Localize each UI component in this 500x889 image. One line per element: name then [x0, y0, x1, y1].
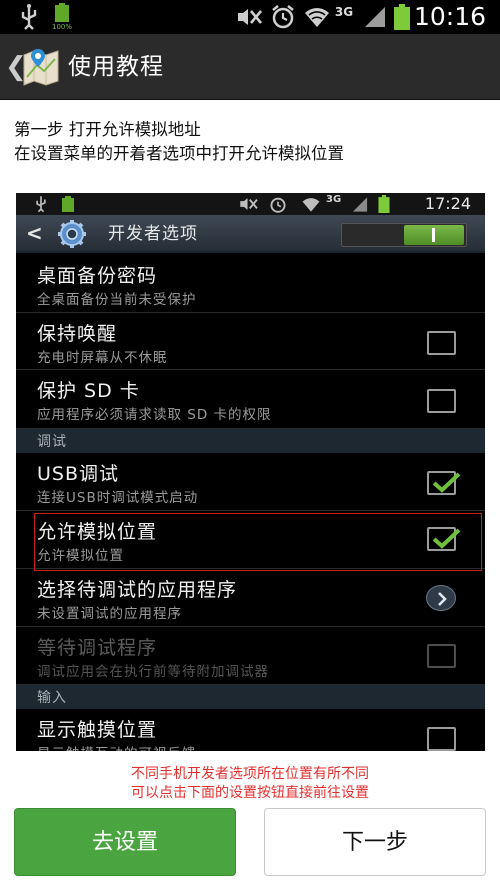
- setting-subtitle: 全桌面备份当前未受保护: [37, 292, 197, 308]
- disabled-checkbox-icon: [427, 644, 456, 668]
- screenshot-action-bar: < 开发者选项: [16, 215, 485, 253]
- instruction-step-detail: 在设置菜单的开着者选项中打开允许模拟位置: [14, 144, 344, 163]
- tutorial-screenshot: 3G 17:24 < 开发者选项 桌面备份密码 全桌面备份当前未受保护 保持唤醒: [16, 193, 485, 751]
- setting-row-protect-sd-card: 保护 SD 卡 应用程序必须请求读取 SD 卡的权限: [16, 370, 485, 429]
- section-label: 调试: [37, 434, 67, 450]
- unchecked-checkbox-icon: [427, 331, 456, 355]
- unchecked-checkbox-icon: [427, 389, 456, 413]
- screenshot-status-bar: 3G 17:24: [16, 193, 485, 215]
- screenshot-back-icon: <: [26, 221, 43, 245]
- setting-subtitle: 充电时屏幕从不休眠: [37, 350, 168, 366]
- setting-subtitle: 显示触摸互动的可视反馈: [37, 742, 197, 751]
- status-bar: 100% 3G 10:16: [0, 0, 500, 34]
- network-type-label: 3G: [334, 5, 354, 19]
- setting-subtitle: 未设置调试的应用程序: [37, 606, 182, 622]
- setting-title: 保护 SD 卡: [37, 380, 140, 402]
- note-line-1: 不同手机开发者选项所在位置有所不同: [131, 766, 369, 782]
- screenshot-mute-icon: [238, 196, 260, 216]
- screenshot-battery-small-icon: [62, 196, 74, 216]
- section-label: 输入: [37, 690, 67, 706]
- screenshot-network-label: 3G: [326, 194, 342, 205]
- setting-row-desktop-backup-password: 桌面备份密码 全桌面备份当前未受保护: [16, 255, 485, 313]
- setting-subtitle: 连接USB时调试模式启动: [37, 490, 199, 506]
- setting-row-wait-for-debugger: 等待调试程序 调试应用会在执行前等待附加调试器: [16, 627, 485, 685]
- setting-row-stay-awake: 保持唤醒 充电时屏幕从不休眠: [16, 313, 485, 370]
- wifi-icon: [303, 0, 331, 34]
- developer-options-toggle: [341, 223, 467, 247]
- section-header-input: 输入: [16, 685, 485, 709]
- next-step-button[interactable]: 下一步: [264, 808, 486, 876]
- setting-subtitle: 应用程序必须请求读取 SD 卡的权限: [37, 407, 272, 423]
- screenshot-usb-icon: [34, 195, 48, 217]
- note-line-2: 可以点击下面的设置按钮直接前往设置: [131, 785, 369, 801]
- go-to-settings-button[interactable]: 去设置: [14, 808, 236, 876]
- setting-subtitle: 调试应用会在执行前等待附加调试器: [37, 664, 269, 680]
- battery-icon: [393, 0, 411, 34]
- setting-title: 保持唤醒: [37, 323, 118, 345]
- setting-row-usb-debugging: USB调试 连接USB时调试模式启动: [16, 453, 485, 511]
- unchecked-checkbox-icon: [427, 727, 456, 751]
- screenshot-clock: 17:24: [424, 194, 471, 213]
- section-header-debug: 调试: [16, 429, 485, 453]
- checked-checkbox-icon: [427, 471, 461, 495]
- setting-row-select-debug-app: 选择待调试的应用程序 未设置调试的应用程序: [16, 569, 485, 627]
- setting-title: 显示触摸位置: [37, 719, 158, 741]
- clock-time: 10:16: [413, 2, 486, 31]
- screenshot-wifi-icon: [300, 196, 322, 217]
- page-title: 使用教程: [68, 54, 164, 80]
- battery-percent: 100%: [52, 23, 73, 31]
- usb-icon: [16, 0, 42, 34]
- chevron-right-icon: [426, 585, 456, 611]
- setting-title: 等待调试程序: [37, 637, 158, 659]
- screenshot-title: 开发者选项: [108, 224, 198, 244]
- signal-icon: [362, 0, 388, 34]
- screenshot-battery-icon: [378, 195, 390, 217]
- setting-row-show-touches: 显示触摸位置 显示触摸互动的可视反馈: [16, 709, 485, 751]
- setting-title: 桌面备份密码: [37, 265, 158, 287]
- setting-title: 选择待调试的应用程序: [37, 579, 238, 601]
- instruction-text: 第一步 打开允许模拟地址 在设置菜单的开着者选项中打开允许模拟位置: [14, 118, 344, 166]
- battery-full-icon: 100%: [52, 0, 72, 34]
- title-bar: ❮ 使用教程: [0, 34, 500, 100]
- map-app-icon[interactable]: [22, 47, 60, 87]
- settings-gear-icon: [54, 218, 90, 250]
- instruction-step-title: 第一步 打开允许模拟地址: [14, 120, 201, 139]
- setting-title: USB调试: [37, 463, 120, 485]
- highlight-box: [34, 513, 482, 571]
- mute-icon: [235, 0, 265, 34]
- screenshot-signal-icon: [351, 196, 369, 217]
- alarm-icon: [270, 0, 296, 34]
